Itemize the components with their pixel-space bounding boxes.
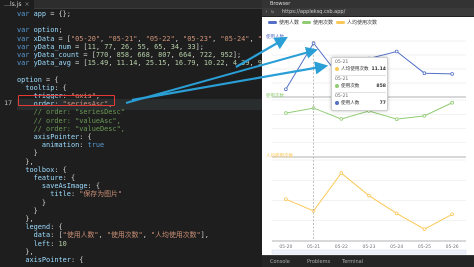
data-point xyxy=(394,117,399,121)
legend-item[interactable]: 使用人数 xyxy=(268,19,299,28)
code-area[interactable]: var app = {}; var option; var xData = ["05… xyxy=(17,9,262,267)
data-point xyxy=(422,227,427,231)
close-icon[interactable]: × xyxy=(25,1,30,8)
terminal-tab[interactable]: Terminal xyxy=(342,256,363,267)
series-dot-icon xyxy=(335,100,339,105)
chart-page: 使用人数 使用次数 人均使用次数 05-20 05-21 05-22 05-23 05-24 0… xyxy=(262,17,474,255)
data-point xyxy=(367,193,371,198)
chart-tooltip: 05-21 人均使用次数 11.14 05-21 使用次数 858 05-21 使用… xyxy=(331,57,388,111)
tooltip-value: 858 xyxy=(376,84,386,89)
legend-item[interactable]: 人均使用次数 xyxy=(336,19,377,28)
data-point xyxy=(339,171,344,175)
chart-canvas: 使用人数使用次数人均使用次数05-20 05-21 05-22 05-23 05-24 0… xyxy=(266,33,467,255)
x-tick-label: 05-23 xyxy=(362,244,375,250)
series-dot-icon xyxy=(335,83,339,88)
legend-label: 使用次数 xyxy=(313,20,334,26)
data-point xyxy=(450,212,454,217)
tooltip-row: 使用次数 858 xyxy=(335,83,386,90)
code-line[interactable]: var app = {}; xyxy=(17,9,71,19)
tooltip-series-name: 使用次数 xyxy=(341,84,360,89)
x-tick-label: 05-22 xyxy=(335,244,348,250)
data-point xyxy=(284,197,288,201)
x-tick-label: 05-26 xyxy=(446,244,459,250)
grid-title: 使用人数 xyxy=(266,33,284,40)
data-point xyxy=(422,114,427,118)
legend-label: 使用人数 xyxy=(279,20,300,26)
tooltip-series-name: 使用人数 xyxy=(341,101,360,106)
tooltip-group: 05-21 人均使用次数 11.14 xyxy=(335,60,386,73)
legend-label: 人均使用次数 xyxy=(347,20,378,26)
tooltip-row: 人均使用次数 11.14 xyxy=(335,66,386,73)
editor-tab-label: …ls.js xyxy=(4,1,22,8)
x-tick-label: 05-21 xyxy=(307,244,320,250)
refresh-icon[interactable]: ↻ xyxy=(271,8,274,17)
tooltip-group: 05-21 使用人数 77 xyxy=(335,94,386,107)
browser-panel-header: Browser xyxy=(262,0,474,8)
address-bar[interactable]: ‹ ↻ https://appleksq.csb.app/ xyxy=(262,8,474,17)
tooltip-value: 77 xyxy=(379,101,386,106)
browser-preview-panel: Browser ‹ ↻ https://appleksq.csb.app/ 使用… xyxy=(262,0,474,267)
editor-tab-bar: …ls.js × xyxy=(0,0,262,9)
bottom-status-bar: Console Problems Terminal xyxy=(262,255,474,267)
x-tick-label: 05-25 xyxy=(418,244,431,250)
legend-swatch-icon xyxy=(336,21,345,24)
console-tab[interactable]: Console xyxy=(270,256,290,267)
back-icon[interactable]: ‹ xyxy=(265,8,268,17)
data-point xyxy=(394,49,399,54)
legend-swatch-icon xyxy=(302,21,311,24)
tooltip-group: 05-21 使用次数 858 xyxy=(335,77,386,90)
browser-panel-title: Browser xyxy=(270,1,291,7)
datazoom-slider xyxy=(271,249,467,255)
problems-tab[interactable]: Problems xyxy=(307,256,330,267)
x-tick-label: 05-24 xyxy=(390,244,403,250)
tooltip-value: 11.14 xyxy=(371,67,386,72)
grid-title: 使用次数 xyxy=(266,92,284,99)
code-line[interactable]: axisPointer: { xyxy=(17,255,83,265)
data-point xyxy=(284,111,288,115)
line-number-gutter: 17 xyxy=(0,9,13,267)
tooltip-divider xyxy=(335,92,386,93)
data-point xyxy=(284,87,288,92)
tooltip-divider xyxy=(335,75,386,76)
tooltip-series-name: 人均使用次数 xyxy=(341,67,369,72)
url-text[interactable]: https://appleksq.csb.app/ xyxy=(282,8,345,17)
code-editor[interactable]: …ls.js × 17 var app = {}; var option; var x… xyxy=(0,0,262,267)
code-line[interactable]: var yData_avg = [15.49, 11.14, 25.15, 16… xyxy=(17,58,262,68)
grid-title: 人均使用次数 xyxy=(266,152,293,159)
x-tick-label: 05-20 xyxy=(279,244,292,250)
data-point xyxy=(450,100,454,105)
legend-item[interactable]: 使用次数 xyxy=(302,19,333,28)
editor-tab[interactable]: …ls.js × xyxy=(0,0,34,9)
data-point xyxy=(450,72,454,76)
line-number: 17 xyxy=(4,99,12,108)
tooltip-row: 使用人数 77 xyxy=(335,100,386,107)
data-point xyxy=(339,117,344,121)
data-point xyxy=(422,71,427,75)
legend-swatch-icon xyxy=(268,21,277,24)
data-point xyxy=(394,211,399,216)
series-dot-icon xyxy=(335,66,339,71)
